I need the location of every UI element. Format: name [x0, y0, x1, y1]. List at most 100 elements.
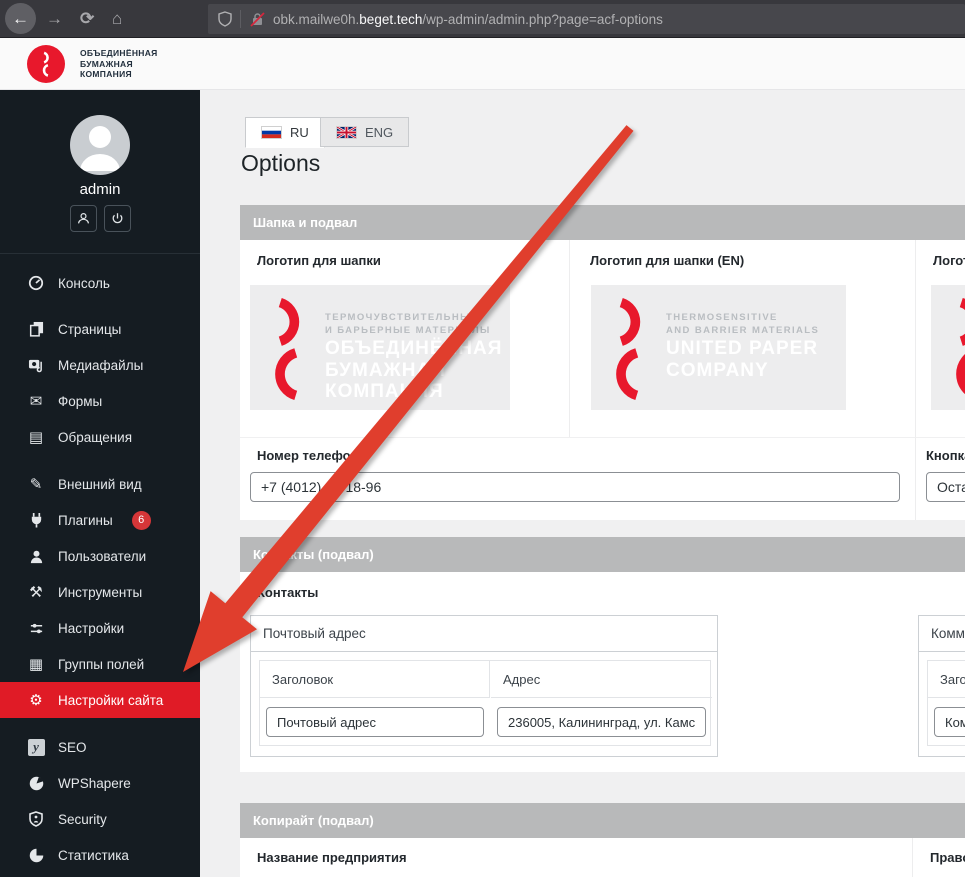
stats-pie-icon: [27, 847, 45, 863]
sidebar-item-users[interactable]: Пользователи: [0, 538, 200, 574]
sidebar-item-media[interactable]: Медиафайлы: [0, 347, 200, 383]
sidebar-item-seo[interactable]: y SEO: [0, 729, 200, 765]
sidebar-item-pages[interactable]: Страницы: [0, 311, 200, 347]
company-name-line1: ОБЪЕДИНЁННАЯ: [80, 48, 158, 58]
pages-icon: [27, 321, 45, 337]
urlbar-divider: [240, 10, 241, 28]
page-title: Options: [241, 150, 321, 176]
contact-address-input[interactable]: [497, 707, 706, 737]
browser-toolbar: ← → ⟳ ⌂ obk.mailwe0h.beget.tech/wp-admin…: [0, 0, 965, 38]
contact-block-header[interactable]: Коммерческий отдел: [919, 616, 965, 652]
sidebar-item-tools[interactable]: ⚒ Инструменты: [0, 574, 200, 610]
yoast-seo-icon: y: [27, 738, 45, 756]
main-content: RU ENG Options Шапка и подвал Логотип дл…: [200, 90, 965, 877]
url-path: /wp-admin/admin.php?page=acf-options: [422, 11, 663, 27]
company-logo-glyph: [42, 51, 49, 77]
insecure-lock-icon[interactable]: [250, 11, 265, 27]
section-copyright-body: Название предприятия Правообладатель: [240, 838, 965, 877]
logout-button[interactable]: [103, 205, 131, 232]
avatar: [70, 115, 130, 175]
wpshapere-icon: [27, 776, 45, 791]
logo-mark: [616, 297, 641, 400]
contact-block-header[interactable]: Почтовый адрес: [251, 616, 717, 652]
column-header-title: Заголовок: [260, 661, 490, 698]
field-label: Название предприятия: [257, 850, 407, 865]
field-label: Логотип: [933, 253, 965, 268]
section-copyright-handle[interactable]: Копирайт (подвал): [240, 803, 965, 838]
column-header-address: Адрес: [491, 661, 712, 698]
security-shield-icon: [27, 811, 45, 827]
company-name: ОБЪЕДИНЁННАЯ БУМАЖНАЯ КОМПАНИЯ: [80, 48, 158, 80]
dashboard-icon: [27, 275, 45, 291]
field-logo-en: Логотип для шапки (EN) THERMOSENSITIVE AN…: [569, 240, 915, 437]
contact-inner-table: Заголовок Адрес: [259, 660, 712, 746]
contact-block-commercial: Коммерческий отдел Заголовок: [918, 615, 965, 757]
sidebar-item-appearance[interactable]: ✎ Внешний вид: [0, 466, 200, 502]
sidebar-divider: [0, 253, 200, 254]
sidebar-item-field-groups[interactable]: ▦ Группы полей: [0, 646, 200, 682]
sidebar-item-settings[interactable]: Настройки: [0, 610, 200, 646]
company-name-line2: БУМАЖНАЯ: [80, 58, 133, 69]
phone-input[interactable]: [250, 472, 900, 502]
gear-icon: ⚙: [29, 691, 43, 709]
sidebar-item-wpshapere[interactable]: WPShapere: [0, 765, 200, 801]
contact-title-input[interactable]: [266, 707, 484, 737]
section-contacts-handle[interactable]: Контакты (подвал): [240, 537, 965, 572]
url-domain: beget.tech: [359, 11, 423, 27]
username: admin: [79, 181, 121, 198]
sidebar-item-plugins[interactable]: Плагины 6: [0, 502, 200, 538]
media-icon: [27, 358, 45, 373]
logo-image-ru[interactable]: ТЕРМОЧУВСТВИТЕЛЬНЫЕ И БАРЬЕРНЫЕ МАТЕРИАЛЫ…: [250, 285, 510, 410]
field-logo-ru: Логотип для шапки ТЕРМОЧУВСТВИТЕЛЬНЫЕ И Б…: [240, 240, 569, 437]
url-text: obk.mailwe0h.beget.tech/wp-admin/admin.p…: [273, 12, 663, 27]
column-header-title: Заголовок: [928, 661, 965, 698]
field-phone: Номер телефона: [240, 437, 915, 520]
contact-block-postal: Почтовый адрес Заголовок Адрес: [250, 615, 718, 757]
ru-flag-icon: [261, 126, 282, 139]
admin-sidebar: admin Консоль Страницы Медиафайлы ✉ Форм…: [0, 90, 200, 877]
field-label: Кнопка: [926, 448, 965, 463]
section-header-footer-handle[interactable]: Шапка и подвал: [240, 205, 965, 240]
field-logo-third: Логотип: [915, 240, 965, 437]
field-label: Контакты: [257, 585, 319, 600]
feedback-icon: ▤: [28, 428, 44, 446]
tools-icon: ⚒: [29, 583, 43, 601]
url-prefix: obk.mailwe0h.: [273, 11, 360, 27]
company-name-line3: КОМПАНИЯ: [80, 69, 132, 79]
reload-button[interactable]: ⟳: [80, 10, 94, 27]
logo-image-en[interactable]: THERMOSENSITIVE AND BARRIER MATERIALS UNI…: [591, 285, 846, 410]
field-label: Логотип для шапки (EN): [590, 253, 745, 268]
section-contacts-body: Контакты Почтовый адрес Заголовок Адрес …: [240, 572, 965, 772]
user-icon: [77, 213, 89, 224]
home-button[interactable]: ⌂: [112, 10, 122, 27]
field-label: Правообладатель: [930, 850, 965, 865]
tab-eng[interactable]: ENG: [320, 117, 410, 147]
contact-title-input[interactable]: [934, 707, 965, 737]
profile-button[interactable]: [69, 205, 97, 232]
logo-image-third[interactable]: [931, 285, 965, 410]
sidebar-item-dashboard[interactable]: Консоль: [0, 265, 200, 301]
sidebar-item-forms[interactable]: ✉ Формы: [0, 383, 200, 419]
section-header-footer-body: Логотип для шапки ТЕРМОЧУВСТВИТЕЛЬНЫЕ И Б…: [240, 240, 965, 520]
settings-sliders-icon: [27, 621, 45, 636]
field-button: Кнопка: [915, 437, 965, 520]
tracking-shield-icon[interactable]: [218, 11, 232, 27]
field-label: Номер телефона: [257, 448, 366, 463]
logo-mark: [956, 297, 965, 395]
sidebar-item-feedback[interactable]: ▤ Обращения: [0, 419, 200, 455]
url-bar[interactable]: obk.mailwe0h.beget.tech/wp-admin/admin.p…: [208, 4, 965, 34]
back-button[interactable]: ←: [5, 3, 36, 34]
power-icon: [112, 213, 122, 224]
sidebar-menu: Консоль Страницы Медиафайлы ✉ Формы ▤ Об…: [0, 265, 200, 873]
sidebar-item-statistics[interactable]: Статистика: [0, 837, 200, 873]
sidebar-item-site-settings[interactable]: ⚙ Настройки сайта: [0, 682, 200, 718]
company-logo: [27, 45, 65, 83]
sidebar-item-security[interactable]: Security: [0, 801, 200, 837]
field-label: Логотип для шапки: [257, 253, 381, 268]
forward-button[interactable]: →: [46, 10, 63, 27]
tab-ru[interactable]: RU: [245, 117, 325, 148]
logo-mark: [275, 297, 300, 400]
button-text-input[interactable]: [926, 472, 965, 502]
plugins-update-badge: 6: [131, 510, 151, 530]
wp-admin-bar: ОБЪЕДИНЁННАЯ БУМАЖНАЯ КОМПАНИЯ W ОБК ↻ 6…: [0, 38, 965, 115]
